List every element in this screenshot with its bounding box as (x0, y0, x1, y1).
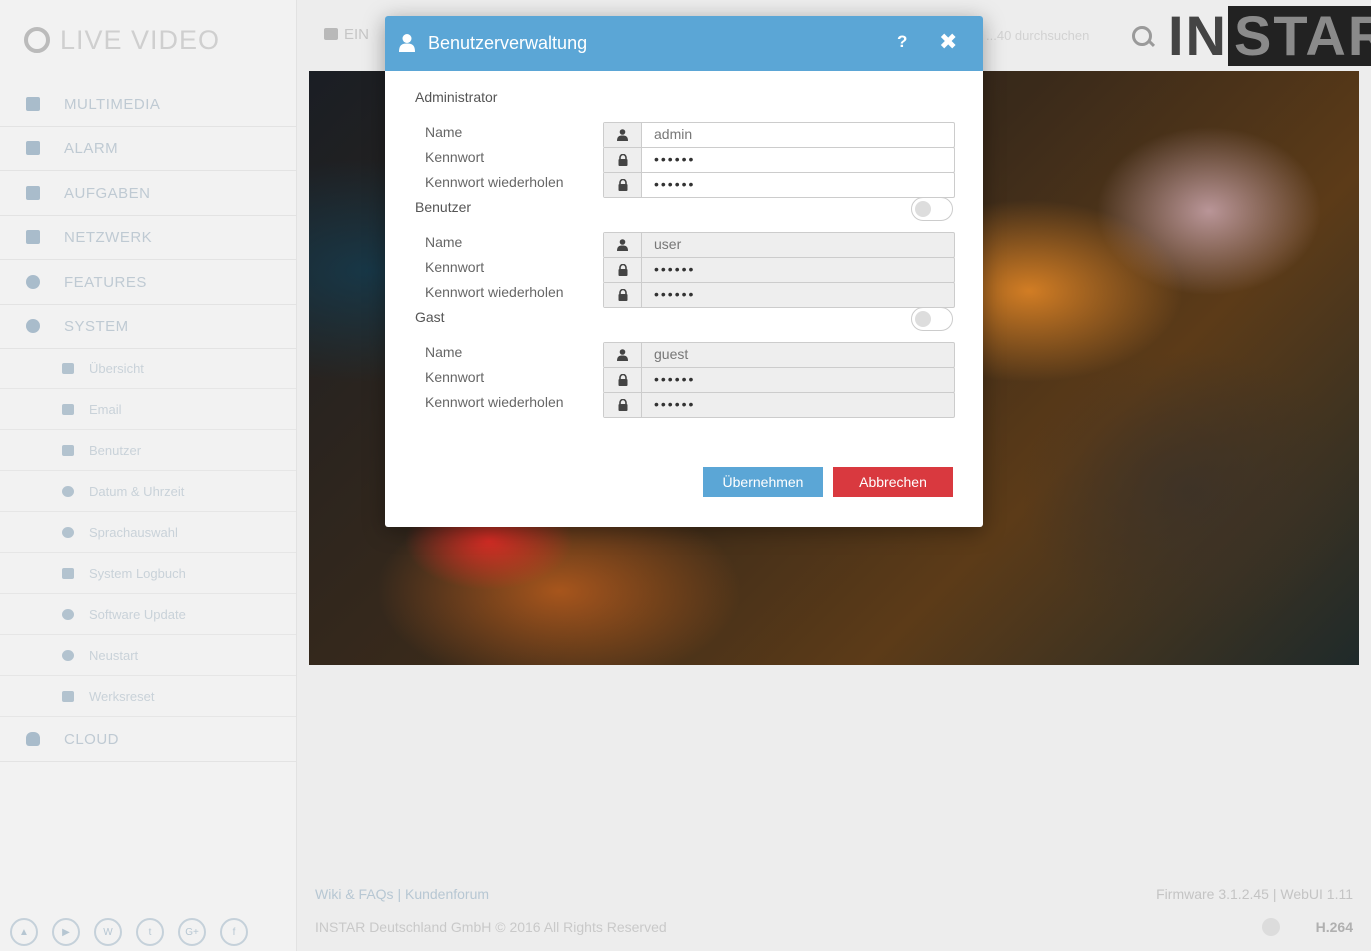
user-icon (399, 34, 415, 52)
guest-name-label: Name (425, 344, 463, 360)
user-password-field (603, 257, 955, 283)
user-enable-toggle[interactable] (911, 197, 953, 221)
dialog-title: Benutzerverwaltung (428, 33, 588, 53)
lock-icon (604, 148, 642, 172)
admin-repeat-input[interactable] (642, 173, 954, 195)
user-password-input[interactable] (642, 258, 954, 280)
user-management-dialog: Benutzerverwaltung ? ✖ Administrator Nam… (385, 16, 983, 527)
toggle-knob (915, 311, 931, 327)
dialog-header: Benutzerverwaltung ? ✖ (385, 16, 983, 71)
guest-password-input[interactable] (642, 368, 954, 390)
section-administrator: Administrator (415, 89, 498, 105)
user-repeat-input[interactable] (642, 283, 954, 305)
guest-repeat-label: Kennwort wiederholen (425, 394, 564, 410)
save-button[interactable]: Übernehmen (703, 467, 823, 497)
help-button[interactable]: ? (897, 32, 907, 52)
guest-password-field (603, 367, 955, 393)
guest-password-label: Kennwort (425, 369, 485, 385)
guest-enable-toggle[interactable] (911, 307, 953, 331)
user-repeat-label: Kennwort wiederholen (425, 284, 564, 300)
admin-password-field (603, 147, 955, 173)
user-name-label: Name (425, 234, 463, 250)
lock-icon (604, 393, 642, 417)
admin-password-input[interactable] (642, 148, 954, 170)
admin-repeat-field (603, 172, 955, 198)
guest-repeat-field (603, 392, 955, 418)
close-button[interactable]: ✖ (939, 29, 957, 55)
lock-icon (604, 173, 642, 197)
section-guest: Gast (415, 309, 445, 325)
lock-icon (604, 258, 642, 282)
user-icon (604, 343, 642, 367)
user-icon (604, 123, 642, 147)
guest-name-field (603, 342, 955, 368)
section-user: Benutzer (415, 199, 472, 215)
user-name-field (603, 232, 955, 258)
admin-name-input[interactable] (642, 123, 954, 145)
admin-name-field (603, 122, 955, 148)
user-icon (604, 233, 642, 257)
admin-password-label: Kennwort (425, 149, 485, 165)
lock-icon (604, 283, 642, 307)
admin-name-label: Name (425, 124, 463, 140)
user-repeat-field (603, 282, 955, 308)
guest-repeat-input[interactable] (642, 393, 954, 415)
cancel-button[interactable]: Abbrechen (833, 467, 953, 497)
user-name-input[interactable] (642, 233, 954, 255)
user-password-label: Kennwort (425, 259, 485, 275)
lock-icon (604, 368, 642, 392)
admin-repeat-label: Kennwort wiederholen (425, 174, 564, 190)
guest-name-input[interactable] (642, 343, 954, 365)
toggle-knob (915, 201, 931, 217)
